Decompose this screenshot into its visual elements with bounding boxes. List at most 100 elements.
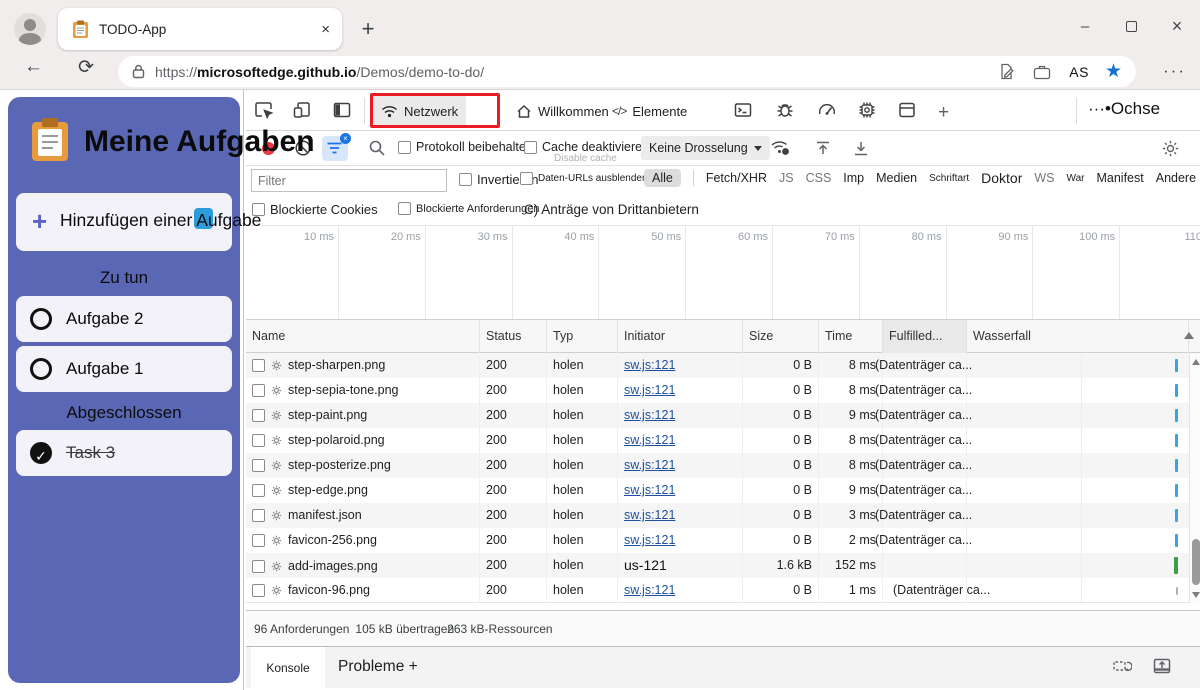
profile-avatar-icon[interactable] bbox=[14, 13, 46, 45]
window-minimize-button[interactable]: – bbox=[1062, 0, 1108, 52]
back-button[interactable]: ← bbox=[24, 56, 43, 78]
performance-gauge-icon[interactable] bbox=[817, 100, 839, 122]
devtools-more-label[interactable]: ···•Ochse bbox=[1088, 99, 1160, 119]
scroll-thumb[interactable] bbox=[1192, 539, 1200, 585]
row-checkbox[interactable] bbox=[252, 560, 265, 573]
row-checkbox[interactable] bbox=[252, 459, 265, 472]
filter-chip-schriftart[interactable]: Schriftart bbox=[929, 173, 969, 184]
column-header-size[interactable]: Size bbox=[743, 320, 819, 353]
row-checkbox[interactable] bbox=[252, 509, 265, 522]
filter-chip-alle[interactable]: Alle bbox=[644, 169, 681, 187]
page-edit-icon[interactable] bbox=[998, 63, 1015, 80]
drawer-tab-console[interactable]: Konsole bbox=[251, 647, 325, 689]
initiator-link[interactable]: us-121 bbox=[624, 557, 667, 573]
column-header-initiator[interactable]: Initiator bbox=[618, 320, 743, 353]
add-panel-button[interactable]: + bbox=[938, 102, 949, 124]
device-emulation-icon[interactable] bbox=[292, 100, 314, 122]
row-checkbox[interactable] bbox=[252, 359, 265, 372]
filter-chip-css[interactable]: CSS bbox=[806, 171, 832, 185]
preserve-log-checkbox[interactable] bbox=[398, 141, 411, 154]
cell-waterfall[interactable] bbox=[967, 553, 1189, 579]
network-settings-gear-icon[interactable] bbox=[1161, 139, 1181, 159]
row-checkbox[interactable] bbox=[252, 384, 265, 397]
work-briefcase-icon[interactable] bbox=[1033, 64, 1051, 80]
column-header-name[interactable]: Name bbox=[246, 320, 480, 353]
invert-checkbox[interactable] bbox=[459, 173, 472, 186]
add-task-button[interactable]: + Hinzufügen einer Aufgabe bbox=[16, 193, 232, 251]
search-icon[interactable] bbox=[368, 139, 388, 159]
initiator-link[interactable]: sw.js:121 bbox=[624, 583, 675, 597]
filter-input[interactable] bbox=[251, 169, 447, 192]
browser-tab[interactable]: TODO-App × bbox=[58, 8, 342, 50]
filter-toggle-button[interactable]: × bbox=[322, 136, 348, 161]
filter-chip-fetch-xhr[interactable]: Fetch/XHR bbox=[706, 171, 767, 185]
blocked-requests-checkbox[interactable] bbox=[398, 202, 411, 215]
browser-menu-button[interactable]: ··· bbox=[1163, 61, 1186, 81]
initiator-link[interactable]: sw.js:121 bbox=[624, 408, 675, 422]
drawer-expand-icon[interactable] bbox=[1152, 657, 1174, 679]
tab-welcome[interactable]: Willkommen bbox=[508, 95, 617, 127]
cell-waterfall[interactable] bbox=[967, 528, 1189, 553]
todo-task-item[interactable]: Aufgabe 2 bbox=[16, 296, 232, 342]
filter-chip-js[interactable]: JS bbox=[779, 171, 794, 185]
address-bar[interactable]: https://microsoftedge.github.io/Demos/de… bbox=[118, 56, 1136, 87]
hide-data-urls-option[interactable]: Daten-URLs ausblenden bbox=[528, 172, 648, 185]
cell-waterfall[interactable] bbox=[967, 378, 1189, 403]
row-checkbox[interactable] bbox=[252, 584, 265, 597]
table-row[interactable]: step-polaroid.png200holensw.js:1210 B8 m… bbox=[246, 428, 1200, 453]
cell-waterfall[interactable] bbox=[967, 503, 1189, 528]
task-unchecked-circle[interactable] bbox=[30, 308, 52, 330]
console-panel-icon[interactable] bbox=[733, 100, 755, 122]
column-header-status[interactable]: Status bbox=[480, 320, 547, 353]
scroll-up-icon[interactable] bbox=[1192, 359, 1200, 365]
table-row[interactable]: favicon-256.png200holensw.js:1210 B2 ms(… bbox=[246, 528, 1200, 553]
initiator-link[interactable]: sw.js:121 bbox=[624, 483, 675, 497]
filter-chip-imp[interactable]: Imp bbox=[843, 171, 864, 185]
initiator-link[interactable]: sw.js:121 bbox=[624, 508, 675, 522]
network-overview-timeline[interactable]: 10 ms20 ms30 ms40 ms50 ms60 ms70 ms80 ms… bbox=[246, 226, 1200, 320]
cell-waterfall[interactable] bbox=[967, 453, 1189, 478]
column-header-waterfall[interactable]: Wasserfall bbox=[967, 320, 1189, 353]
filter-chip-war[interactable]: War bbox=[1067, 173, 1085, 184]
filter-chip-medien[interactable]: Medien bbox=[876, 171, 917, 185]
column-header-time[interactable]: Time bbox=[819, 320, 883, 353]
row-checkbox[interactable] bbox=[252, 484, 265, 497]
debugger-bug-icon[interactable] bbox=[775, 100, 797, 122]
table-row[interactable]: step-sepia-tone.png200holensw.js:1210 B8… bbox=[246, 378, 1200, 403]
tab-elements[interactable]: </> Elemente bbox=[604, 95, 695, 127]
todo-task-item[interactable]: Aufgabe 1 bbox=[16, 346, 232, 392]
table-row[interactable]: add-images.png200holenus-1211.6 kB152 ms bbox=[246, 553, 1200, 578]
filter-chip-ws[interactable]: WS bbox=[1034, 171, 1054, 185]
filter-chip-manifest[interactable]: Manifest bbox=[1096, 171, 1143, 185]
memory-chip-icon[interactable] bbox=[857, 100, 879, 122]
table-row[interactable]: step-edge.png200holensw.js:1210 B9 ms(Da… bbox=[246, 478, 1200, 503]
hide-data-urls-checkbox[interactable] bbox=[520, 172, 533, 185]
inspect-element-icon[interactable] bbox=[254, 100, 276, 122]
disable-cache-checkbox[interactable] bbox=[524, 141, 537, 154]
preserve-log-option[interactable]: Protokoll beibehalten bbox=[398, 140, 533, 154]
column-header-typ[interactable]: Typ bbox=[547, 320, 618, 353]
initiator-link[interactable]: sw.js:121 bbox=[624, 458, 675, 472]
window-close-button[interactable]: × bbox=[1154, 0, 1200, 52]
export-har-icon[interactable] bbox=[852, 139, 872, 159]
initiator-link[interactable]: sw.js:121 bbox=[624, 533, 675, 547]
cell-waterfall[interactable] bbox=[967, 478, 1189, 503]
table-row[interactable]: step-posterize.png200holensw.js:1210 B8 … bbox=[246, 453, 1200, 478]
table-row[interactable]: step-sharpen.png200holensw.js:1210 B8 ms… bbox=[246, 353, 1200, 378]
initiator-link[interactable]: sw.js:121 bbox=[624, 433, 675, 447]
column-header-fulfilled[interactable]: Fulfilled... bbox=[883, 320, 967, 353]
row-checkbox[interactable] bbox=[252, 534, 265, 547]
task-checked-circle[interactable]: ✓ bbox=[30, 442, 52, 464]
filter-chip-doktor[interactable]: Doktor bbox=[981, 170, 1022, 186]
initiator-link[interactable]: sw.js:121 bbox=[624, 383, 675, 397]
cell-waterfall[interactable] bbox=[967, 353, 1189, 378]
application-panel-icon[interactable] bbox=[897, 100, 919, 122]
throttling-dropdown[interactable]: Keine Drosselung bbox=[641, 136, 770, 160]
row-checkbox[interactable] bbox=[252, 409, 265, 422]
new-tab-button[interactable]: + bbox=[356, 16, 380, 42]
blocked-cookies-option[interactable]: Blockierte Cookies bbox=[252, 202, 378, 217]
initiator-link[interactable]: sw.js:121 bbox=[624, 358, 675, 372]
drawer-dock-icon[interactable] bbox=[1112, 657, 1134, 679]
dock-side-icon[interactable] bbox=[332, 100, 354, 122]
network-conditions-icon[interactable] bbox=[770, 139, 790, 159]
